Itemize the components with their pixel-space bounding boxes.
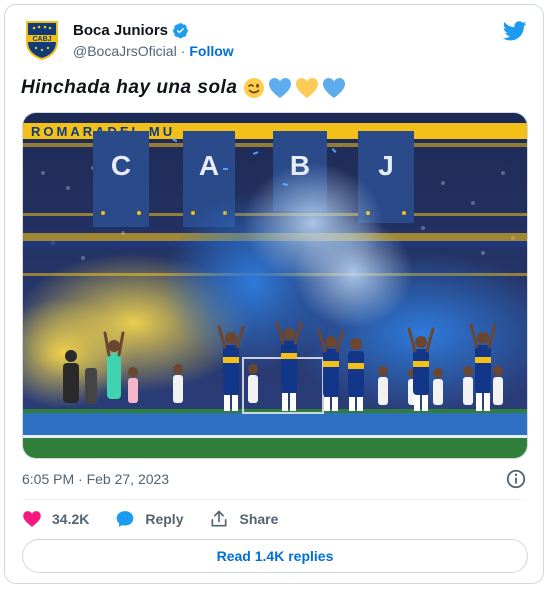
read-replies-button[interactable]: Read 1.4K replies <box>22 539 528 573</box>
author-name-row: Boca Juniors <box>73 22 189 39</box>
share-icon <box>211 510 227 527</box>
reply-bubble-icon <box>117 511 134 527</box>
author-handle[interactable]: @BocaJrsOficial <box>73 43 177 59</box>
info-icon[interactable] <box>505 468 527 490</box>
handle-row: @BocaJrsOficial · Follow <box>73 43 234 59</box>
heart-icon <box>23 511 41 527</box>
separator-dot: · <box>180 43 186 59</box>
flag-letter-j: J <box>378 150 394 181</box>
yellow-heart-icon <box>296 78 319 98</box>
tweet-actions: 34.2K Reply Share <box>22 509 304 529</box>
crest-text: CABJ <box>32 36 51 43</box>
verified-badge-icon <box>173 23 188 39</box>
flag-letter-a: A <box>199 150 219 181</box>
divider <box>22 499 526 500</box>
tweet-text-row: Hinchada hay una sola <box>21 77 346 99</box>
emoji-group <box>243 77 346 99</box>
stadium-photo: ROMARADEL MU C A B J <box>23 113 527 458</box>
flag-letter-c: C <box>111 150 131 181</box>
reply-button[interactable]: Reply <box>115 509 183 529</box>
like-button[interactable]: 34.2K <box>22 509 89 529</box>
tweet-card: CABJ Boca Juniors @BocaJrsOficial · Foll… <box>4 4 544 584</box>
blue-heart-icon <box>323 78 346 98</box>
tweet-text: Hinchada hay una sola <box>21 77 238 98</box>
author-name[interactable]: Boca Juniors <box>73 22 168 39</box>
share-label: Share <box>239 511 279 527</box>
tweet-photo[interactable]: ROMARADEL MU C A B J <box>22 112 528 459</box>
avatar[interactable]: CABJ <box>21 19 63 61</box>
reply-label: Reply <box>145 511 184 527</box>
follow-button[interactable]: Follow <box>189 43 233 59</box>
like-count: 34.2K <box>52 511 90 527</box>
share-button[interactable]: Share <box>209 509 278 529</box>
boca-crest-icon: CABJ <box>26 21 58 60</box>
winking-face-icon <box>244 78 265 98</box>
twitter-bird-icon[interactable] <box>503 19 527 43</box>
tweet-timestamp[interactable]: 6:05 PM · Feb 27, 2023 <box>22 471 169 487</box>
blue-heart-icon <box>269 78 292 98</box>
